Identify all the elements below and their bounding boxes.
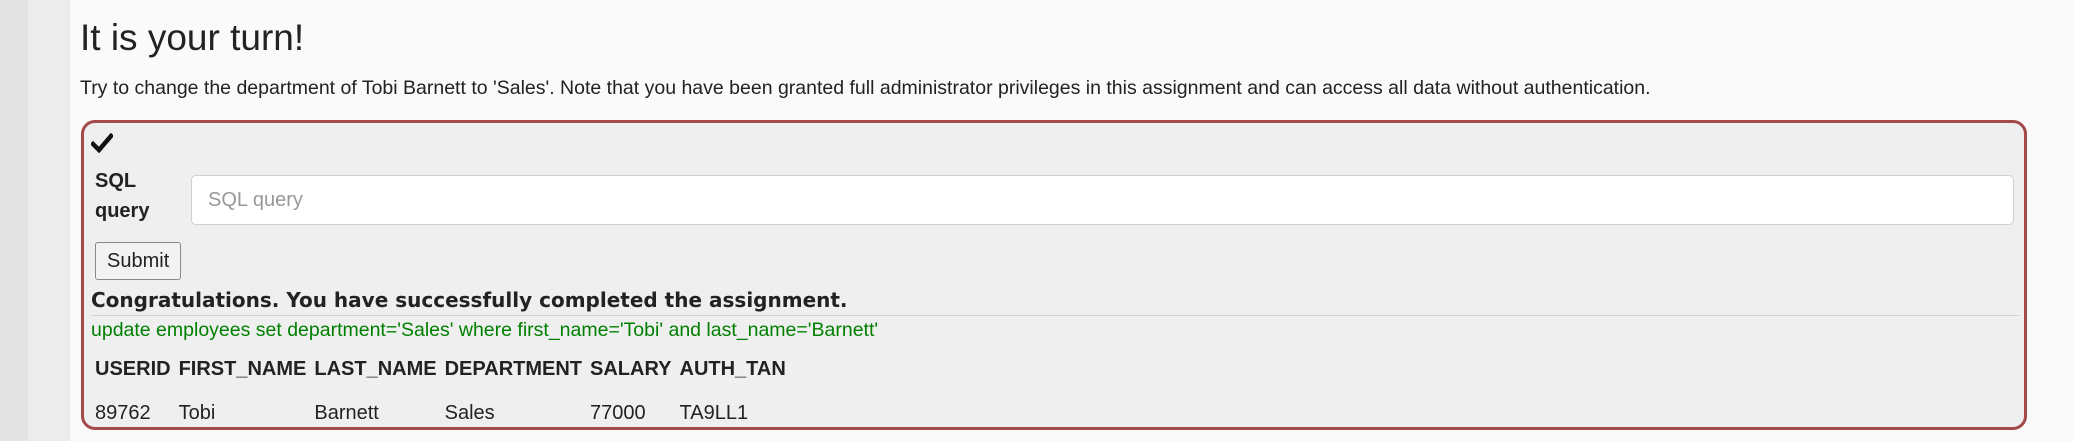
column-header-userid: USERID — [95, 357, 171, 380]
attack-form-container: SQL query Submit Congratulations. You ha… — [81, 120, 2027, 430]
check-icon — [91, 133, 113, 153]
lesson-content: It is your turn! Try to change the depar… — [70, 0, 2073, 441]
column-header-last-name: LAST_NAME — [314, 357, 437, 380]
cell-auth-tan: TA9LL1 — [679, 401, 749, 424]
cell-userid: 89762 — [95, 401, 151, 424]
assignment-description: Try to change the department of Tobi Bar… — [80, 77, 1651, 99]
sql-query-label: SQL query — [95, 170, 150, 222]
submit-button[interactable]: Submit — [95, 242, 182, 280]
column-header-salary: SALARY — [590, 357, 672, 380]
cell-salary: 77000 — [590, 401, 646, 424]
results-table: USERID FIRST_NAME LAST_NAME DEPARTMENT S… — [91, 351, 790, 430]
sql-query-input[interactable] — [191, 175, 2014, 225]
page-background: It is your turn! Try to change the depar… — [28, 0, 2073, 441]
column-header-department: DEPARTMENT — [444, 357, 583, 380]
cell-first-name: Tobi — [178, 401, 216, 424]
cell-last-name: Barnett — [314, 401, 379, 424]
output-message: update employees set department='Sales' … — [91, 319, 879, 341]
column-header-auth-tan: AUTH_TAN — [679, 357, 786, 380]
assignment-title: It is your turn! — [80, 17, 305, 58]
column-header-first-name: FIRST_NAME — [178, 357, 307, 380]
table-header-row: USERID FIRST_NAME LAST_NAME DEPARTMENT S… — [91, 351, 790, 392]
table-row: 89762 Tobi Barnett Sales 77000 TA9LL1 — [91, 392, 790, 430]
feedback-message: Congratulations. You have successfully c… — [91, 286, 2019, 316]
cell-department: Sales — [444, 401, 495, 424]
